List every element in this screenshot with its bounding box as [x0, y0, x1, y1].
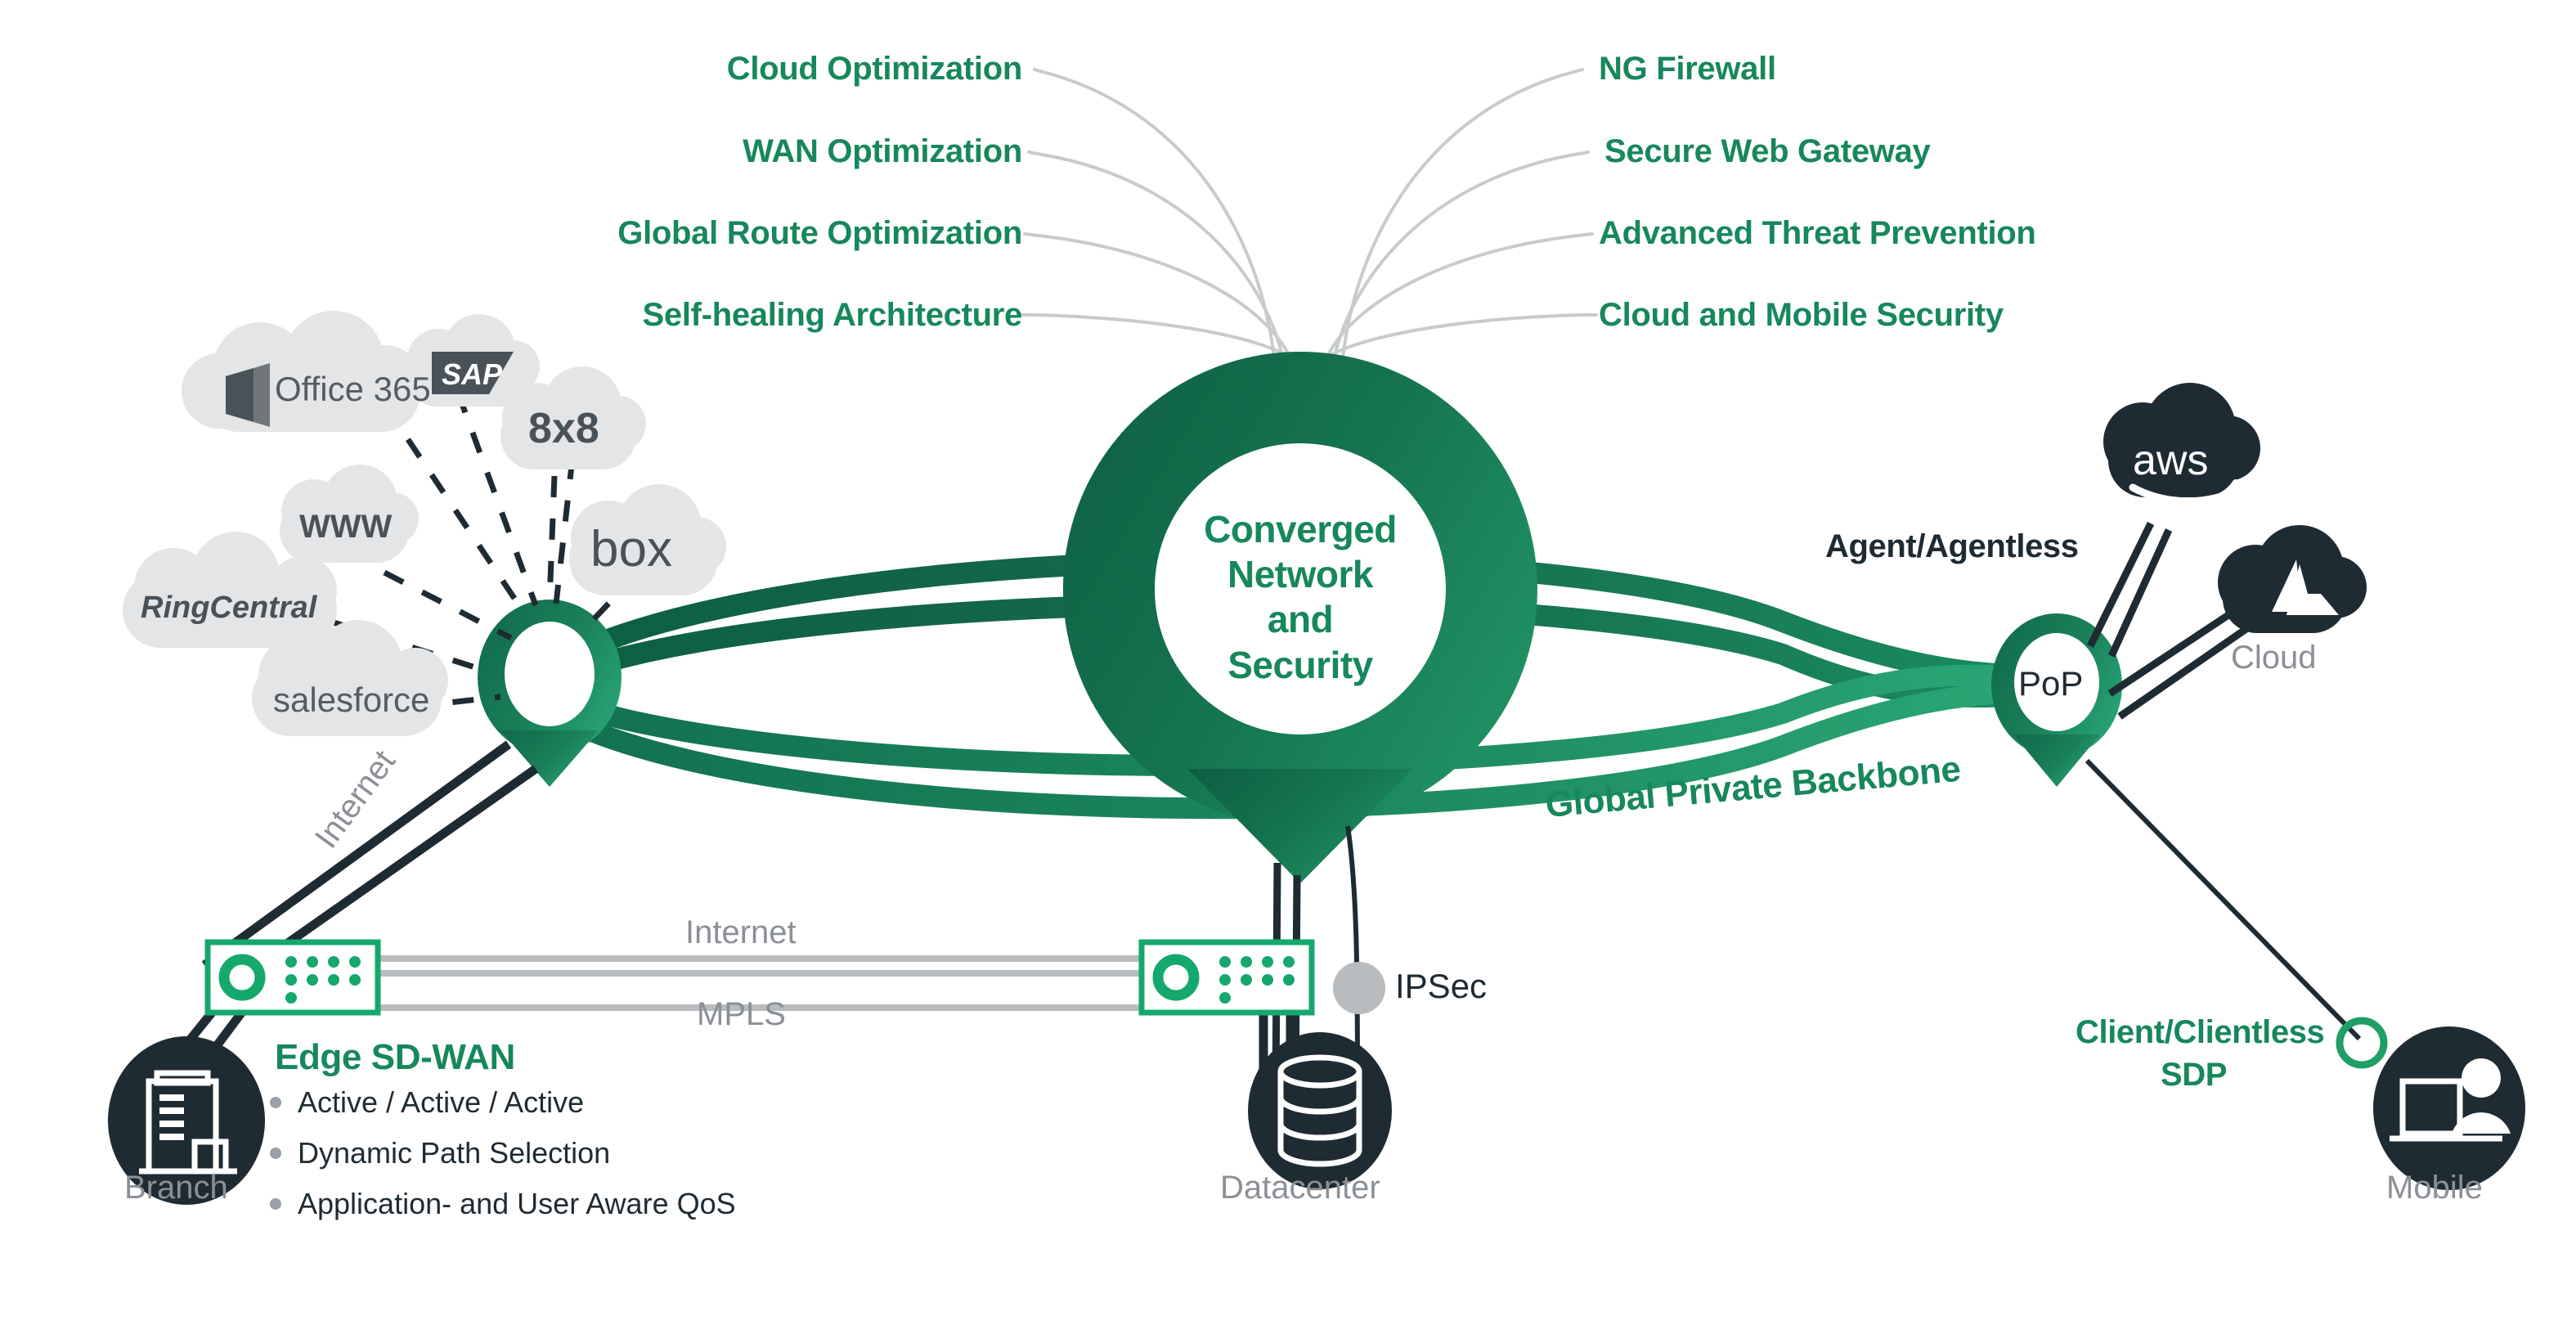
datacenter-icon [1248, 1032, 1392, 1189]
bullet-dot-icon [270, 1198, 281, 1210]
network-architecture-diagram: SAP aws Cloud Optimization WAN Optimizat… [0, 0, 2576, 1325]
cloud-label-salesforce: salesforce [273, 680, 430, 719]
edge-sdwan-bullet-2: Dynamic Path Selection [298, 1136, 611, 1170]
feature-label-wan-optimization: WAN Optimization [743, 133, 1022, 169]
node-label-mobile: Mobile [2386, 1170, 2483, 1206]
hub-title: Converged Network and Security [1153, 507, 1447, 688]
edge-sdwan-bullet-3: Application- and User Aware QoS [298, 1187, 736, 1220]
pop-mobile-link [2085, 758, 2362, 1041]
list-item: Application- and User Aware QoS [270, 1189, 736, 1219]
cloud-label-office365: Office 365 [275, 370, 431, 408]
svg-text:SAP: SAP [442, 357, 503, 391]
feature-label-advanced-threat-prevention: Advanced Threat Prevention [1599, 215, 2036, 251]
left-edge-pin-node [478, 600, 622, 787]
pop-azure-link [2107, 604, 2250, 720]
feature-label-self-healing-architecture: Self-healing Architecture [642, 297, 1023, 333]
edge-sdwan-bullet-1: Active / Active / Active [298, 1085, 585, 1119]
sdwan-device-datacenter [1138, 939, 1315, 1016]
feature-label-cloud-optimization: Cloud Optimization [726, 51, 1023, 87]
feature-connector-lines-right [1310, 68, 1598, 378]
cloud-label-azure: Cloud [2231, 640, 2317, 676]
cloud-label-ringcentral: RingCentral [141, 591, 317, 625]
list-item: Dynamic Path Selection [270, 1139, 736, 1168]
link-label-agent-agentless: Agent/Agentless [1825, 528, 2079, 564]
bullet-dot-icon [270, 1148, 281, 1159]
cloud-label-www: WWW [299, 509, 393, 545]
hub-line-3: and [1267, 598, 1334, 641]
cloud-label-box: box [590, 521, 672, 577]
aws-wordmark: aws [2133, 437, 2208, 484]
hub-line-2: Network [1227, 553, 1373, 596]
sdp-ring-icon [2336, 1017, 2388, 1069]
link-label-internet-horizontal: Internet [685, 914, 797, 950]
list-item: Active / Active / Active [270, 1088, 736, 1117]
hub-line-4: Security [1227, 643, 1373, 686]
node-label-pop: PoP [2018, 664, 2084, 703]
hub-line-1: Converged [1204, 508, 1397, 550]
node-label-datacenter: Datacenter [1220, 1170, 1380, 1206]
mobile-icon [2373, 1026, 2525, 1190]
cloud-label-8x8: 8x8 [528, 405, 599, 452]
link-label-mpls: MPLS [697, 996, 786, 1032]
sdwan-device-branch [204, 939, 381, 1016]
edge-sdwan-bullets: Active / Active / Active Dynamic Path Se… [270, 1088, 736, 1240]
bullet-dot-icon [270, 1097, 281, 1108]
node-label-branch: Branch [124, 1170, 228, 1206]
ipsec-node-dot [1333, 962, 1385, 1014]
sap-icon: SAP [432, 352, 514, 394]
feature-label-cloud-and-mobile-security: Cloud and Mobile Security [1599, 297, 2004, 333]
link-label-sdp-line1: Client/Clientless [2076, 1014, 2325, 1050]
feature-label-global-route-optimization: Global Route Optimization [617, 215, 1022, 251]
edge-sdwan-title: Edge SD-WAN [275, 1037, 515, 1077]
link-label-ipsec: IPSec [1395, 967, 1488, 1005]
feature-connector-lines-left [1019, 68, 1307, 378]
feature-label-secure-web-gateway: Secure Web Gateway [1604, 133, 1931, 169]
feature-label-ng-firewall: NG Firewall [1599, 51, 1776, 87]
link-label-sdp-line2: SDP [2161, 1057, 2228, 1093]
